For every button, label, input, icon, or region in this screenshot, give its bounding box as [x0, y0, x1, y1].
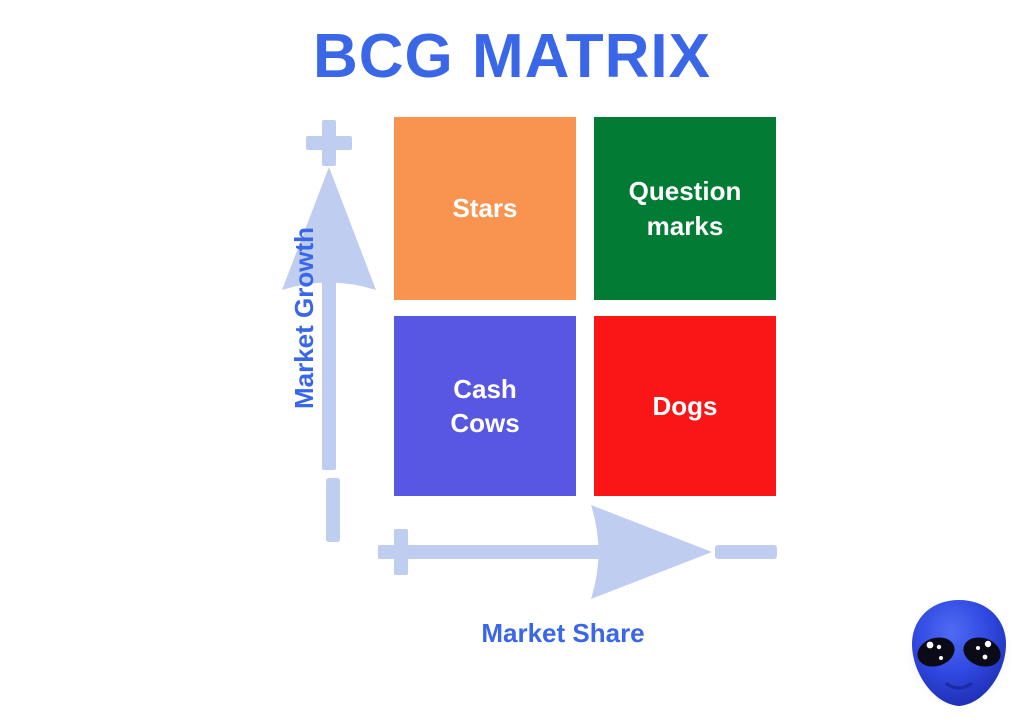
quadrant-cash-cows-label: Cash Cows [450, 372, 519, 441]
horizontal-axis-label: Market Share [481, 618, 645, 648]
quadrant-stars-label: Stars [452, 193, 518, 224]
horizontal-axis-graphic [378, 505, 777, 599]
quadrant-question-marks[interactable]: Question marks [594, 117, 776, 300]
vertical-axis-minus-sign [326, 478, 340, 542]
vertical-axis-plus-sign [306, 120, 352, 166]
page-title: BCG MATRIX [312, 22, 712, 91]
vertical-axis-label: Market Growth [289, 226, 319, 410]
quadrant-question-marks-label: Question marks [629, 174, 742, 243]
horizontal-axis-shaft [415, 545, 610, 559]
horizontal-axis-arrowhead [591, 505, 712, 599]
alien-face-icon [901, 595, 1017, 711]
quadrant-question-marks-line2: marks [646, 210, 724, 241]
quadrant-cash-cows-line1: Cash [453, 373, 517, 404]
quadrant-stars[interactable]: Stars [394, 117, 576, 300]
quadrant-question-marks-line1: Question [628, 176, 742, 207]
vertical-axis-shaft [322, 262, 336, 470]
horizontal-axis-minus-sign [715, 545, 777, 559]
quadrant-dogs-label: Dogs [652, 390, 718, 421]
quadrant-cash-cows-line2: Cows [450, 408, 520, 438]
quadrant-cash-cows[interactable]: Cash Cows [394, 316, 576, 496]
quadrant-dogs[interactable]: Dogs [594, 316, 776, 496]
